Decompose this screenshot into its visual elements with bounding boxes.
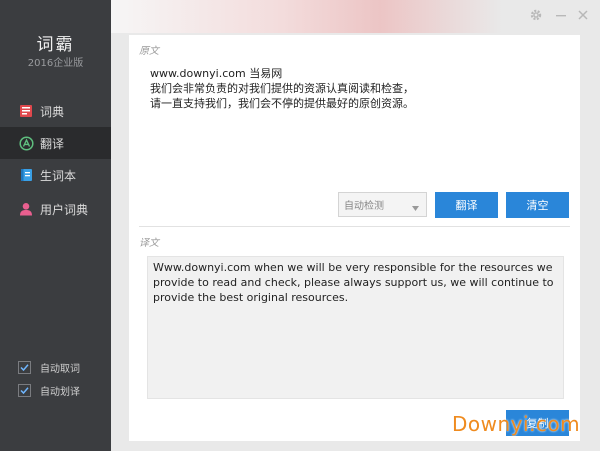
- language-select-value: 自动检测: [344, 201, 384, 212]
- close-icon[interactable]: [576, 8, 590, 22]
- gear-icon[interactable]: [529, 8, 543, 22]
- divider: [139, 226, 570, 227]
- title-bar: [111, 0, 600, 33]
- sidebar-item-vocabulary[interactable]: 生词本: [0, 159, 111, 191]
- app-title: 词霸: [36, 35, 75, 55]
- source-input[interactable]: www.downyi.com 当易网 我们会非常负责的对我们提供的资源认真阅读和…: [150, 66, 560, 111]
- chevron-down-icon: [412, 203, 419, 214]
- checkbox-checked-icon: [18, 361, 31, 374]
- source-line: 我们会非常负责的对我们提供的资源认真阅读和检查，: [150, 82, 414, 95]
- sidebar-item-label: 生词本: [40, 168, 77, 183]
- translate-button[interactable]: 翻译: [435, 192, 498, 218]
- source-label: 原文: [139, 46, 159, 57]
- result-label: 译文: [139, 238, 159, 249]
- translate-icon: [18, 135, 34, 151]
- app-edition: 2016企业版: [27, 58, 84, 69]
- auto-lookup-label: 自动取词: [40, 364, 80, 375]
- minimize-icon[interactable]: [554, 8, 568, 22]
- sidebar-item-label: 词典: [40, 104, 65, 119]
- language-select[interactable]: 自动检测: [338, 192, 427, 217]
- user-icon: [18, 201, 34, 217]
- checkbox-checked-icon: [18, 384, 31, 397]
- sidebar: 词霸 2016企业版 词典 翻译 生词本 用户词典 自动取词 自动划译: [0, 0, 111, 451]
- clear-button[interactable]: 清空: [506, 192, 569, 218]
- watermark: Downyi.com: [452, 412, 581, 436]
- notebook-icon: [18, 167, 34, 183]
- result-output: Www.downyi.com when we will be very resp…: [147, 256, 564, 399]
- book-icon: [18, 103, 34, 119]
- sidebar-item-label: 翻译: [40, 136, 65, 151]
- sidebar-item-dictionary[interactable]: 词典: [0, 95, 111, 127]
- source-line: 请一直支持我们，我们会不停的提供最好的原创资源。: [150, 97, 414, 110]
- sidebar-item-user-dictionary[interactable]: 用户词典: [0, 193, 111, 225]
- auto-translate-selection-label: 自动划译: [40, 387, 80, 398]
- auto-translate-selection-checkbox[interactable]: 自动划译: [18, 383, 80, 398]
- sidebar-item-label: 用户词典: [40, 202, 89, 217]
- source-line: www.downyi.com 当易网: [150, 67, 283, 80]
- translate-panel: 原文 www.downyi.com 当易网 我们会非常负责的对我们提供的资源认真…: [129, 35, 580, 441]
- sidebar-item-translate[interactable]: 翻译: [0, 127, 111, 159]
- auto-lookup-checkbox[interactable]: 自动取词: [18, 360, 80, 375]
